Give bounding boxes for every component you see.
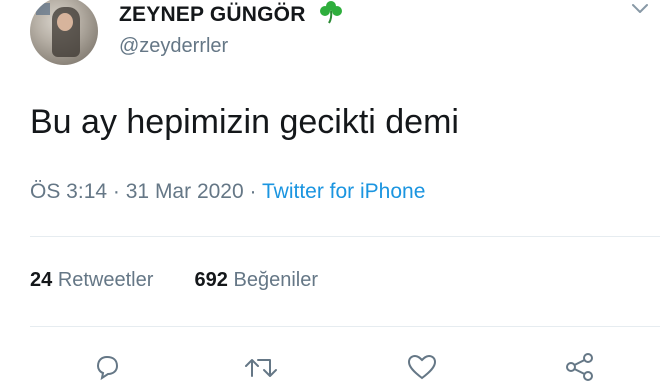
tweet-meta: ÖS 3:14 · 31 Mar 2020 · Twitter for iPho… xyxy=(30,178,425,206)
likes-label: Beğeniler xyxy=(233,269,318,291)
avatar-face xyxy=(57,13,73,31)
tweet-text: Bu ay hepimizin gecikti demi xyxy=(30,103,459,141)
tweet-date[interactable]: 31 Mar 2020 xyxy=(126,180,244,203)
meta-separator: · xyxy=(249,180,257,203)
avatar-background-detail xyxy=(36,3,50,15)
retweets-label: Retweetler xyxy=(57,269,154,291)
chevron-down-icon[interactable] xyxy=(630,2,650,21)
shamrock-icon xyxy=(318,0,344,30)
retweets-count: 24 xyxy=(30,269,53,291)
likes-count: 692 xyxy=(194,269,228,291)
retweet-icon[interactable] xyxy=(242,350,282,389)
author-name-text: ZEYNEP GÜNGÖR xyxy=(119,3,306,26)
author-name[interactable]: ZEYNEP GÜNGÖR xyxy=(119,0,344,30)
author-handle[interactable]: @zeyderrler xyxy=(119,34,228,58)
meta-separator: · xyxy=(112,180,120,203)
tweet-stats: 24 Retweetler 692 Beğeniler xyxy=(30,266,318,294)
tweet-time[interactable]: ÖS 3:14 xyxy=(30,180,107,203)
tweet-source-link[interactable]: Twitter for iPhone xyxy=(262,180,425,203)
like-icon[interactable] xyxy=(404,350,440,389)
avatar[interactable] xyxy=(30,0,98,65)
reply-icon[interactable] xyxy=(90,350,124,389)
retweets-stat[interactable]: 24 Retweetler xyxy=(30,269,159,291)
share-icon[interactable] xyxy=(562,350,598,389)
likes-stat[interactable]: 692 Beğeniler xyxy=(195,269,318,291)
divider xyxy=(30,236,660,237)
divider xyxy=(30,326,660,327)
